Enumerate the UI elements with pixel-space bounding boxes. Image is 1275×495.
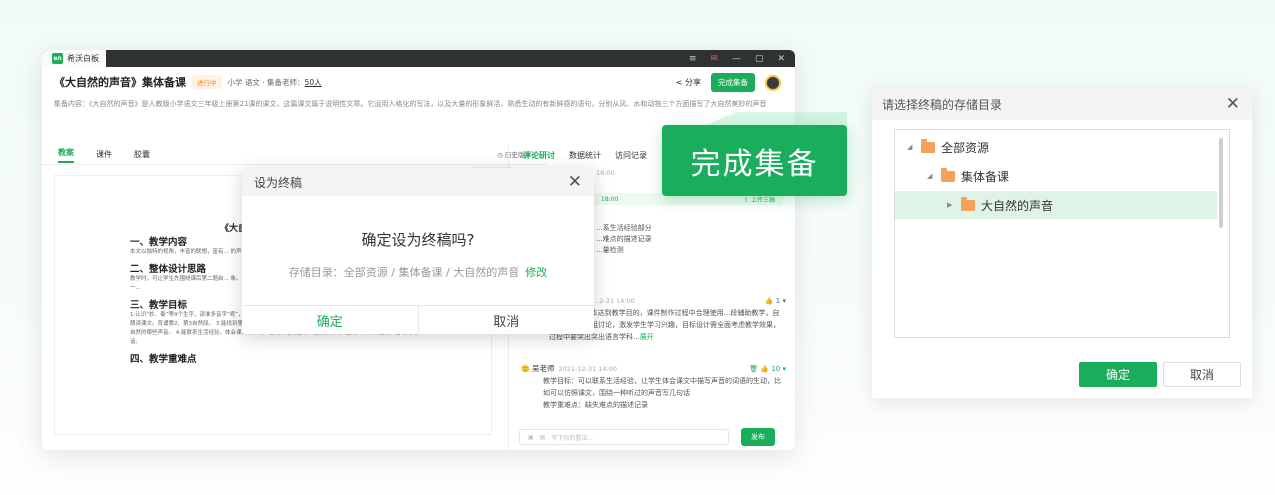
delete-icon: 🗑 bbox=[749, 365, 759, 373]
storage-path: 存储目录：全部资源 / 集体备课 / 大自然的声音 修改 bbox=[288, 266, 548, 279]
collapse-arrow-icon[interactable]: ◢ bbox=[907, 143, 915, 151]
folder-tree: ◢ 全部资源 ◢ 集体备课 ▶ 大自然的声音 bbox=[894, 129, 1230, 338]
tree-node-label: 全部资源 bbox=[941, 140, 990, 155]
confirm-button[interactable]: 确定 bbox=[1079, 362, 1157, 387]
mail-icon[interactable]: ✉ bbox=[710, 54, 718, 64]
comment-input[interactable]: ▣ ▤ 写下你的看法... bbox=[519, 429, 729, 445]
doc-heading: 四、教学重难点 bbox=[130, 354, 197, 365]
description: 集备内容：《大自然的声音》是人教版小学语文三年级上册第21课的课文，这篇课文属于… bbox=[54, 100, 767, 108]
expand-link[interactable]: 展开 bbox=[640, 333, 654, 341]
tab-statistics[interactable]: 数据统计 bbox=[569, 150, 601, 161]
share-icon: < bbox=[675, 78, 685, 87]
dialog-header: 设为终稿 ✕ bbox=[242, 168, 594, 196]
expand-arrow-icon[interactable]: ▶ bbox=[947, 201, 955, 209]
tab-courseware[interactable]: 课件 bbox=[96, 149, 112, 160]
tab-visits[interactable]: 访问记录 bbox=[615, 150, 647, 161]
directory-picker: 请选择终稿的存储目录 ✕ ◢ 全部资源 ◢ 集体备课 ▶ 大自然的声音 确定 取… bbox=[872, 88, 1252, 398]
app-logo-icon: en bbox=[52, 53, 63, 64]
scrollbar[interactable] bbox=[1219, 138, 1223, 228]
image-icon[interactable]: ▣ bbox=[528, 434, 534, 441]
tree-node-collective-prep[interactable]: ◢ 集体备课 bbox=[895, 162, 1217, 190]
window-controls: ≡ ✉ — ▢ ✕ bbox=[689, 50, 785, 67]
dialog-footer: 确定 取消 bbox=[242, 305, 594, 334]
callout-label: 完成集备 bbox=[662, 125, 847, 196]
avatar: 🙂 bbox=[521, 365, 532, 373]
brand: en 希沃白板 bbox=[42, 50, 106, 67]
left-tabbar: 教案 课件 胶囊 bbox=[42, 145, 547, 165]
restore-icon[interactable]: ▢ bbox=[755, 54, 764, 64]
tab-lesson-plan[interactable]: 教案 bbox=[58, 147, 74, 163]
tree-node-label: 集体备课 bbox=[961, 169, 1010, 184]
titlebar: en 希沃白板 ≡ ✉ — ▢ ✕ bbox=[42, 50, 795, 67]
picker-title: 请选择终稿的存储目录 bbox=[882, 97, 1003, 112]
page-title: 《大自然的声音》集体备课 bbox=[54, 76, 186, 89]
dialog-question: 确定设为终稿吗? bbox=[361, 231, 475, 249]
like-count[interactable]: 👍 1 ▾ bbox=[765, 295, 786, 307]
finish-button[interactable]: 完成集备 bbox=[711, 73, 755, 92]
comment-item: 🙂 吴老师 2021-12-31 14:00 🗑 👍 10 ▾ 教学目标：可以联系… bbox=[521, 363, 786, 409]
menu-icon[interactable]: ≡ bbox=[689, 54, 697, 64]
close-icon[interactable]: ✕ bbox=[777, 54, 785, 64]
cancel-button[interactable]: 取消 bbox=[419, 306, 595, 334]
picker-footer: 确定 取消 bbox=[872, 352, 1252, 398]
close-icon[interactable]: ✕ bbox=[568, 172, 582, 192]
close-icon[interactable]: ✕ bbox=[1226, 94, 1240, 114]
dialog-title: 设为终稿 bbox=[254, 175, 303, 190]
brand-name: 希沃白板 bbox=[67, 54, 99, 63]
tree-node-all-resources[interactable]: ◢ 全部资源 bbox=[895, 133, 1217, 161]
publish-button[interactable]: 发布 bbox=[741, 428, 775, 446]
folder-icon bbox=[941, 167, 955, 182]
edit-path-link[interactable]: 修改 bbox=[525, 266, 547, 279]
status-badge: 进行中 bbox=[192, 75, 222, 89]
tab-discussion[interactable]: 评论研讨 bbox=[523, 150, 555, 161]
picker-header: 请选择终稿的存储目录 ✕ bbox=[872, 88, 1252, 120]
meta-text: 小学 语文 · 集备老师：50人 bbox=[227, 77, 322, 87]
tab-capsule[interactable]: 胶囊 bbox=[134, 149, 150, 160]
cancel-button[interactable]: 取消 bbox=[1163, 362, 1241, 387]
teacher-count-link[interactable]: 50人 bbox=[305, 78, 322, 87]
emoji-icon[interactable]: ▤ bbox=[540, 434, 546, 441]
confirm-button[interactable]: 确定 bbox=[242, 306, 419, 334]
tree-node-nature-sounds[interactable]: ▶ 大自然的声音 bbox=[895, 191, 1217, 219]
avatar[interactable] bbox=[765, 74, 781, 91]
collapse-arrow-icon[interactable]: ◢ bbox=[927, 172, 935, 180]
tree-node-label: 大自然的声音 bbox=[981, 198, 1054, 213]
folder-icon bbox=[961, 196, 975, 211]
like-count[interactable]: 🗑 👍 10 ▾ bbox=[749, 363, 786, 375]
folder-icon bbox=[921, 138, 935, 153]
share-button[interactable]: < 分享 bbox=[676, 77, 701, 88]
minimize-icon[interactable]: — bbox=[732, 54, 741, 64]
confirm-dialog: 设为终稿 ✕ 确定设为终稿吗? 存储目录：全部资源 / 集体备课 / 大自然的声… bbox=[242, 168, 594, 334]
